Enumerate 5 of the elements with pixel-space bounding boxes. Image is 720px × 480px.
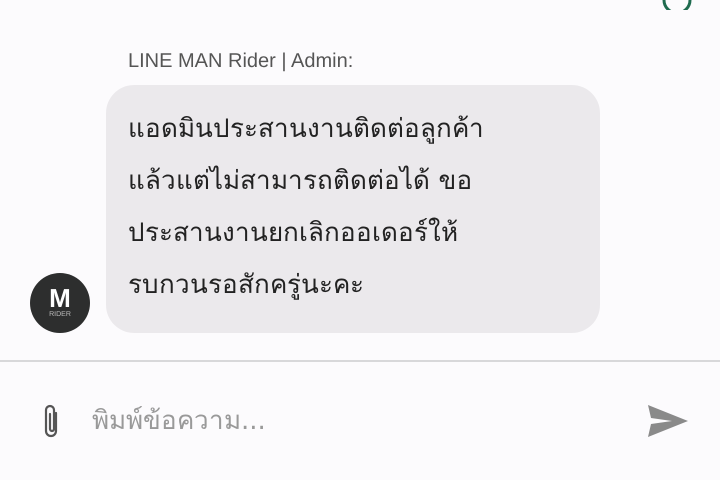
sender-name: LINE MAN Rider | Admin: — [128, 50, 354, 73]
message-bubble: แอดมินประสานงานติดต่อลูกค้า แล้วแต่ไม่สามารถติดต่อได้ ขอ ประสานงานยกเลิกออเดอร์ให้ รบกวนรอสักครู่นะคะ — [106, 85, 600, 333]
avatar-letter: M — [49, 286, 71, 310]
send-icon[interactable] — [648, 405, 688, 437]
message-input[interactable]: พิมพ์ข้อความ... — [92, 402, 618, 440]
